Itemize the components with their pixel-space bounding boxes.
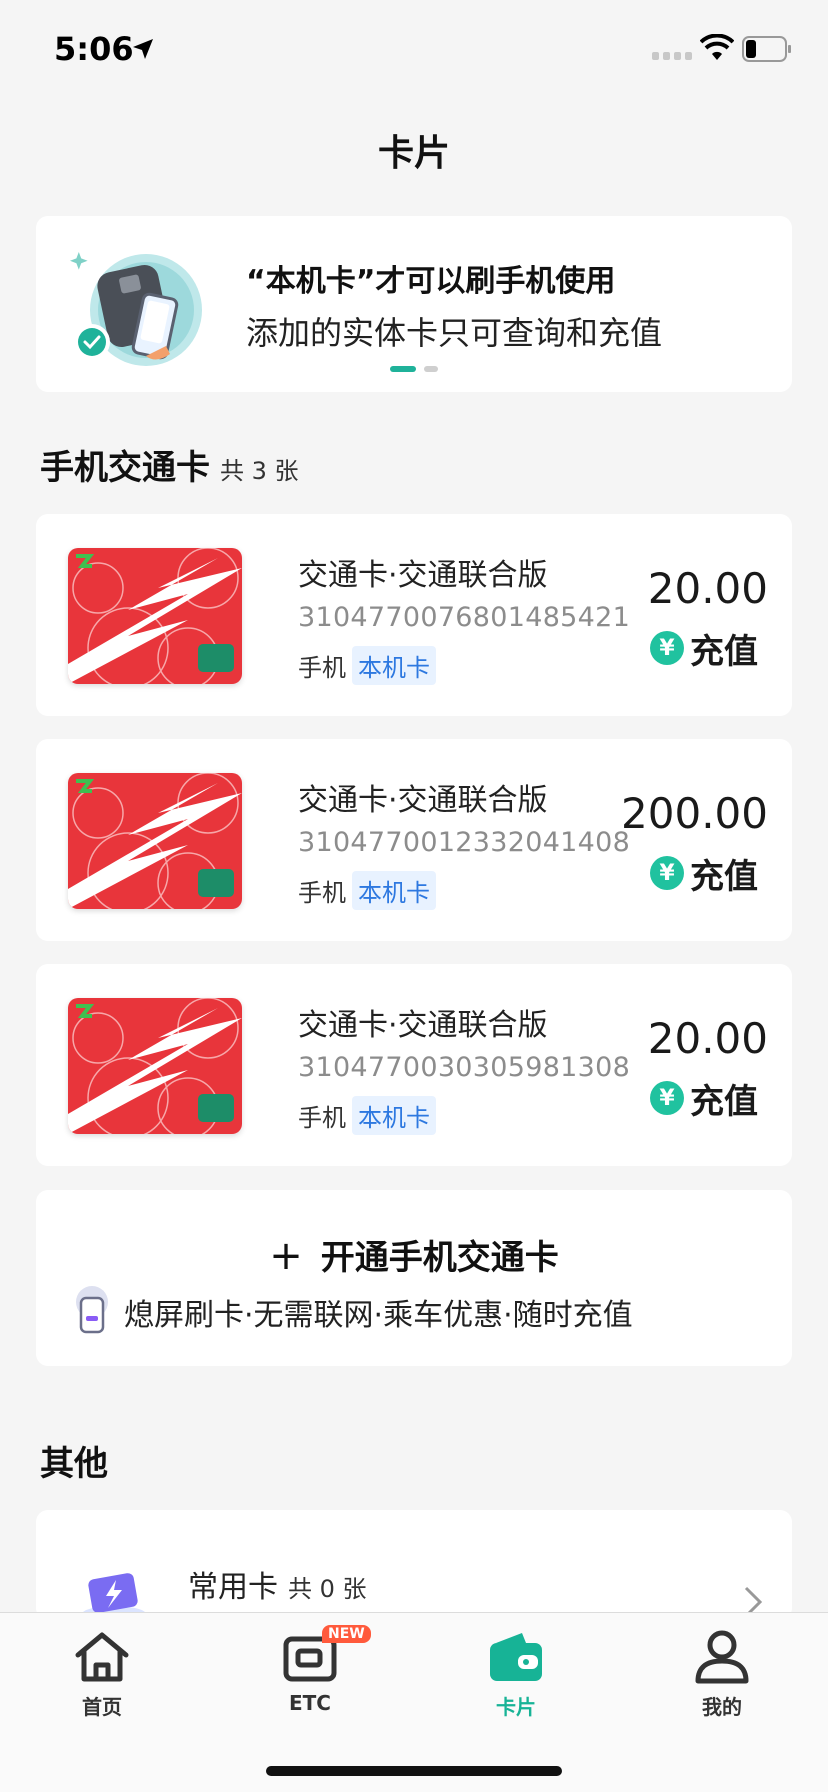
phone-nfc-illustration-icon (70, 252, 202, 366)
tab-home[interactable]: 首页 (42, 1629, 162, 1739)
recharge-label: 充值 (690, 856, 758, 897)
tab-label: 首页 (82, 1695, 122, 1719)
section-title-other: 其他 (40, 1444, 108, 1484)
card-balance: 200.00 (621, 789, 768, 838)
shanghai-transit-card-icon (68, 998, 242, 1134)
common-cards-count: 共 0 张 (288, 1575, 367, 1603)
shanghai-transit-card-icon (68, 548, 242, 684)
transit-card-image (68, 773, 242, 909)
carousel-dot[interactable] (424, 366, 438, 372)
yen-icon: ¥ (650, 856, 684, 890)
tab-label: 我的 (702, 1695, 742, 1719)
local-card-badge: 本机卡 (352, 1096, 436, 1135)
recharge-button[interactable]: ¥ 充值 (650, 626, 758, 672)
status-time: 5:06 (54, 30, 134, 68)
tab-mine[interactable]: 我的 (662, 1629, 782, 1739)
card-name: 交通卡·交通联合版 (298, 783, 548, 818)
transit-card-image (68, 998, 242, 1134)
section-count: 共 3 张 (220, 457, 299, 485)
card-phone-label: 手机 (298, 879, 346, 907)
card-name: 交通卡·交通联合版 (298, 558, 548, 593)
card-tags: 手机 本机卡 (298, 1096, 436, 1135)
common-cards-title: 常用卡 (188, 1570, 278, 1605)
section-title-label: 手机交通卡 (40, 448, 210, 488)
transit-card-item[interactable]: 交通卡·交通联合版 3104770030305981308 手机 本机卡 20.0… (36, 964, 792, 1166)
recharge-button[interactable]: ¥ 充值 (650, 851, 758, 897)
recharge-label: 充值 (690, 631, 758, 672)
section-title-transit: 手机交通卡共 3 张 (40, 440, 299, 489)
info-banner[interactable]: “本机卡”才可以刷手机使用 添加的实体卡只可查询和充值 (36, 216, 792, 392)
carousel-dot-active[interactable] (390, 366, 416, 372)
card-balance: 20.00 (647, 1014, 768, 1063)
wallet-icon (490, 1633, 542, 1681)
card-number: 3104770030305981308 (298, 1052, 631, 1083)
person-icon (695, 1630, 749, 1684)
shanghai-transit-card-icon (68, 773, 242, 909)
card-name: 交通卡·交通联合版 (298, 1008, 548, 1043)
home-icon (75, 1632, 129, 1682)
open-transit-card-button[interactable]: + 开通手机交通卡 熄屏刷卡·无需联网·乘车优惠·随时充值 (36, 1190, 792, 1366)
open-card-title-label: 开通手机交通卡 (320, 1238, 559, 1278)
plus-icon: + (269, 1233, 303, 1279)
banner-headline: “本机卡”才可以刷手机使用 (246, 264, 616, 299)
tab-label: 卡片 (496, 1695, 536, 1719)
card-phone-label: 手机 (298, 1104, 346, 1132)
status-bar: 5:06 (0, 0, 828, 96)
wifi-icon (700, 34, 734, 60)
location-arrow-icon (133, 39, 153, 59)
page-title: 卡片 (377, 133, 450, 174)
banner-subline: 添加的实体卡只可查询和充值 (246, 314, 663, 352)
recharge-button[interactable]: ¥ 充值 (650, 1076, 758, 1122)
tab-etc[interactable]: NEW ETC (250, 1625, 371, 1739)
cell-signal-icon (652, 52, 692, 60)
battery-icon (742, 36, 791, 62)
card-number: 31047700768014854​21 (298, 602, 631, 633)
yen-icon: ¥ (650, 1081, 684, 1115)
tab-label: ETC (289, 1691, 331, 1715)
card-tags: 手机 本机卡 (298, 871, 436, 910)
tab-cards[interactable]: 卡片 (456, 1629, 576, 1739)
card-tags: 手机 本机卡 (298, 646, 436, 685)
transit-card-item[interactable]: 交通卡·交通联合版 31047700768014854​21 手机 本机卡 20.… (36, 514, 792, 716)
open-card-features: 熄屏刷卡·无需联网·乘车优惠·随时充值 (124, 1298, 633, 1333)
common-cards-row[interactable]: 常用卡共 0 张 (36, 1510, 792, 1620)
bottom-tab-bar: 首页 NEW ETC 卡片 我的 (0, 1612, 828, 1792)
card-phone-label: 手机 (298, 654, 346, 682)
open-card-title: + 开通手机交通卡 (36, 1230, 792, 1279)
phone-card-icon (76, 1286, 108, 1334)
card-number: 3104770012332041408 (298, 827, 631, 858)
new-badge: NEW (322, 1625, 371, 1643)
card-balance: 20.00 (647, 564, 768, 613)
local-card-badge: 本机卡 (352, 646, 436, 685)
home-indicator[interactable] (266, 1766, 562, 1776)
transit-card-item[interactable]: 交通卡·交通联合版 3104770012332041408 手机 本机卡 200.… (36, 739, 792, 941)
yen-icon: ¥ (650, 631, 684, 665)
local-card-badge: 本机卡 (352, 871, 436, 910)
common-cards-label: 常用卡共 0 张 (188, 1562, 367, 1606)
transit-card-image (68, 548, 242, 684)
recharge-label: 充值 (690, 1081, 758, 1122)
